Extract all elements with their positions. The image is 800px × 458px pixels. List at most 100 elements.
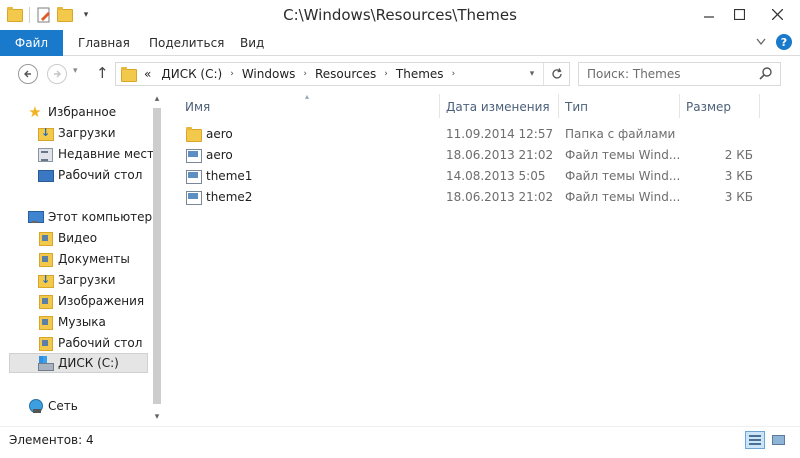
theme-file-icon bbox=[185, 189, 202, 205]
breadcrumb-windows[interactable]: Windows bbox=[236, 67, 302, 81]
navigation-pane: ★ Избранное Загрузки Недавние места Рабо… bbox=[0, 92, 166, 424]
table-row[interactable]: aero 18.06.2013 21:02 Файл темы Wind... … bbox=[167, 144, 800, 165]
folder-icon bbox=[120, 66, 137, 82]
breadcrumb-drive[interactable]: ДИСК (C:) bbox=[155, 67, 228, 81]
details-view-icon bbox=[749, 435, 761, 445]
drive-icon bbox=[37, 355, 54, 371]
sidebar-item-label: Видео bbox=[58, 231, 98, 245]
sidebar-item-desktop[interactable]: Рабочий стол bbox=[37, 165, 187, 185]
close-button[interactable] bbox=[754, 0, 800, 28]
tab-home[interactable]: Главная bbox=[78, 30, 130, 56]
pictures-library-icon bbox=[37, 293, 53, 309]
column-header-size[interactable]: Размер bbox=[686, 96, 731, 118]
ribbon: Файл Главная Поделиться Вид ? bbox=[0, 30, 800, 56]
file-name: aero bbox=[206, 126, 233, 141]
navigation-bar: ▾ ↑ « ДИСК (C:) › Windows › Resources › … bbox=[0, 56, 800, 90]
back-button[interactable] bbox=[18, 64, 38, 84]
chevron-right-icon[interactable]: › bbox=[301, 69, 309, 79]
sidebar-item-label: Рабочий стол bbox=[58, 336, 143, 350]
sidebar-item-desktop-library[interactable]: Рабочий стол bbox=[37, 333, 187, 353]
column-divider[interactable] bbox=[759, 94, 760, 118]
scroll-up-icon[interactable]: ▴ bbox=[150, 92, 164, 106]
sidebar-item-music[interactable]: Музыка bbox=[37, 312, 187, 332]
sidebar-item-label: ДИСК (C:) bbox=[58, 356, 119, 370]
up-arrow-icon[interactable]: ↑ bbox=[96, 64, 109, 82]
recent-locations-chevron-icon[interactable]: ▾ bbox=[73, 66, 78, 76]
star-icon: ★ bbox=[28, 103, 42, 121]
computer-icon bbox=[27, 209, 44, 225]
breadcrumb-themes[interactable]: Themes bbox=[390, 67, 450, 81]
tab-view[interactable]: Вид bbox=[240, 30, 264, 56]
sidebar-item-documents[interactable]: Документы bbox=[37, 249, 187, 269]
column-header-name[interactable]: Имя bbox=[185, 96, 210, 118]
column-header-type[interactable]: Тип bbox=[565, 96, 588, 118]
breadcrumb-resources[interactable]: Resources bbox=[309, 67, 382, 81]
search-icon[interactable] bbox=[758, 66, 774, 82]
address-bar[interactable]: « ДИСК (C:) › Windows › Resources › Them… bbox=[115, 62, 570, 86]
downloads-folder-icon bbox=[37, 125, 54, 141]
file-name: theme1 bbox=[206, 168, 253, 183]
search-box[interactable] bbox=[578, 62, 781, 86]
close-icon bbox=[771, 8, 783, 20]
column-divider[interactable] bbox=[558, 94, 559, 118]
sort-ascending-icon: ▴ bbox=[305, 92, 310, 101]
column-divider[interactable] bbox=[679, 94, 680, 118]
sidebar-item-label: Документы bbox=[58, 252, 130, 266]
items-count: Элементов: 4 bbox=[9, 433, 94, 447]
tab-share[interactable]: Поделиться bbox=[149, 30, 224, 56]
maximize-button[interactable] bbox=[724, 0, 754, 28]
desktop-icon bbox=[37, 167, 54, 183]
help-icon[interactable]: ? bbox=[776, 34, 792, 50]
arrow-left-icon bbox=[24, 70, 31, 78]
table-row[interactable]: theme1 14.08.2013 5:05 Файл темы Wind...… bbox=[167, 165, 800, 186]
large-icons-view-button[interactable] bbox=[768, 431, 788, 449]
window-controls bbox=[694, 0, 800, 28]
sidebar-item-downloads[interactable]: Загрузки bbox=[37, 123, 187, 143]
tab-file[interactable]: Файл bbox=[0, 30, 63, 56]
file-list: ▴ Имя Дата изменения Тип Размер aero 11.… bbox=[167, 92, 800, 424]
sidebar-item-pictures[interactable]: Изображения bbox=[37, 291, 187, 311]
table-row[interactable]: aero 11.09.2014 12:57 Папка с файлами bbox=[167, 123, 800, 144]
sidebar-item-drive-c[interactable]: ДИСК (C:) bbox=[9, 353, 148, 373]
file-size bbox=[686, 123, 753, 144]
sidebar-item-downloads-library[interactable]: Загрузки bbox=[37, 270, 187, 290]
scroll-down-icon[interactable]: ▾ bbox=[150, 410, 164, 424]
sidebar-item-label: Загрузки bbox=[58, 126, 116, 140]
details-view-button[interactable] bbox=[745, 431, 765, 449]
address-dropdown-icon[interactable]: ▾ bbox=[523, 63, 541, 85]
file-size: 2 КБ bbox=[724, 147, 753, 162]
scrollbar-thumb[interactable] bbox=[153, 108, 161, 404]
sidebar-item-label: Сеть bbox=[48, 399, 78, 413]
sidebar-item-label: Избранное bbox=[48, 105, 117, 119]
file-date: 18.06.2013 21:02 bbox=[446, 189, 554, 204]
file-name: theme2 bbox=[206, 189, 253, 204]
sidebar-item-recent-places[interactable]: Недавние места bbox=[37, 144, 187, 164]
maximize-icon bbox=[733, 8, 745, 20]
arrow-right-icon bbox=[54, 70, 61, 78]
file-date: 14.08.2013 5:05 bbox=[446, 168, 546, 183]
large-icons-view-icon bbox=[771, 435, 785, 445]
chevron-right-icon[interactable]: › bbox=[450, 69, 458, 79]
network-icon bbox=[27, 398, 43, 414]
file-size: 3 КБ bbox=[724, 189, 753, 204]
file-type: Папка с файлами bbox=[565, 126, 676, 141]
ribbon-controls: ? bbox=[756, 34, 792, 50]
chevron-right-icon[interactable]: › bbox=[228, 69, 236, 79]
theme-file-icon bbox=[185, 147, 202, 163]
forward-button[interactable] bbox=[47, 64, 67, 84]
file-type: Файл темы Wind... bbox=[565, 168, 681, 183]
chevron-right-icon[interactable]: › bbox=[382, 69, 390, 79]
refresh-button[interactable] bbox=[543, 63, 569, 85]
expand-ribbon-icon[interactable] bbox=[756, 38, 766, 46]
sidebar-item-videos[interactable]: Видео bbox=[37, 228, 187, 248]
sidebar-item-label: Музыка bbox=[58, 315, 106, 329]
minimize-button[interactable] bbox=[694, 0, 724, 28]
refresh-icon bbox=[551, 68, 562, 79]
search-input[interactable] bbox=[579, 63, 749, 85]
breadcrumb-overflow[interactable]: « bbox=[140, 67, 155, 81]
table-row[interactable]: theme2 18.06.2013 21:02 Файл темы Wind..… bbox=[167, 186, 800, 207]
column-divider[interactable] bbox=[439, 94, 440, 118]
downloads-library-icon bbox=[37, 272, 54, 288]
sidebar-scrollbar[interactable]: ▴ ▾ bbox=[150, 92, 164, 424]
column-header-date[interactable]: Дата изменения bbox=[446, 96, 550, 118]
